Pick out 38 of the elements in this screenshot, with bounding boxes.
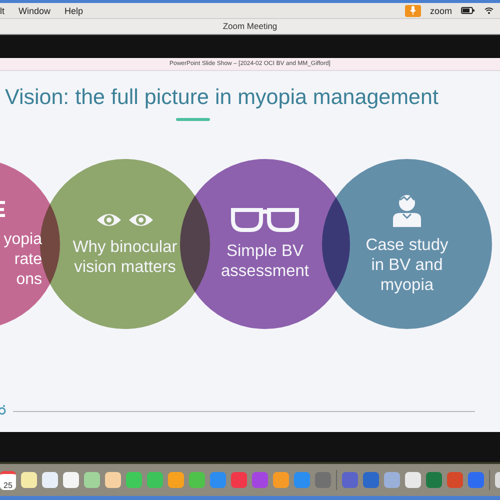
circle-label: Why binocular vision matters bbox=[72, 237, 178, 277]
app-icon[interactable] bbox=[189, 472, 205, 488]
app-icon[interactable] bbox=[126, 472, 142, 488]
menu-item[interactable]: Help bbox=[64, 6, 84, 16]
app-icon[interactable] bbox=[426, 472, 442, 488]
battery-icon[interactable] bbox=[461, 7, 475, 14]
app-icon[interactable] bbox=[405, 472, 421, 488]
logo-fragment-icon bbox=[0, 405, 6, 415]
window-title: Zoom Meeting bbox=[0, 18, 500, 35]
eyes-icon bbox=[96, 211, 154, 229]
app-icon[interactable] bbox=[63, 472, 79, 488]
circle-label: Case study in BV and myopia bbox=[366, 235, 448, 295]
app-icon[interactable] bbox=[21, 472, 37, 488]
person-icon bbox=[392, 193, 422, 227]
app-icon[interactable] bbox=[363, 472, 379, 488]
app-icon[interactable] bbox=[147, 472, 163, 488]
app-icon[interactable] bbox=[315, 472, 331, 488]
zoom-menu-extra[interactable]: zoom bbox=[430, 6, 452, 16]
app-icon[interactable] bbox=[42, 472, 58, 488]
menu-item[interactable]: Window bbox=[18, 6, 51, 16]
app-icon[interactable] bbox=[105, 472, 121, 488]
glasses-icon bbox=[230, 207, 300, 233]
app-icon[interactable] bbox=[468, 472, 484, 488]
slide-title: Vision: the full picture in myopia management bbox=[4, 84, 440, 110]
microphone-icon bbox=[410, 6, 416, 15]
wifi-icon[interactable] bbox=[484, 7, 494, 14]
app-icon[interactable] bbox=[342, 472, 358, 488]
microphone-button[interactable] bbox=[404, 4, 421, 16]
app-icon[interactable] bbox=[252, 472, 268, 488]
menu-item[interactable]: lt bbox=[0, 6, 4, 16]
icon-fragment bbox=[0, 199, 5, 219]
calendar-icon[interactable]: 25 bbox=[0, 470, 16, 490]
app-icon[interactable] bbox=[447, 472, 463, 488]
app-icon[interactable] bbox=[84, 472, 100, 488]
app-icon[interactable] bbox=[168, 472, 184, 488]
app-icon[interactable] bbox=[384, 472, 400, 488]
circle-label: Simple BV assessment bbox=[220, 241, 310, 281]
app-icon[interactable] bbox=[273, 472, 289, 488]
